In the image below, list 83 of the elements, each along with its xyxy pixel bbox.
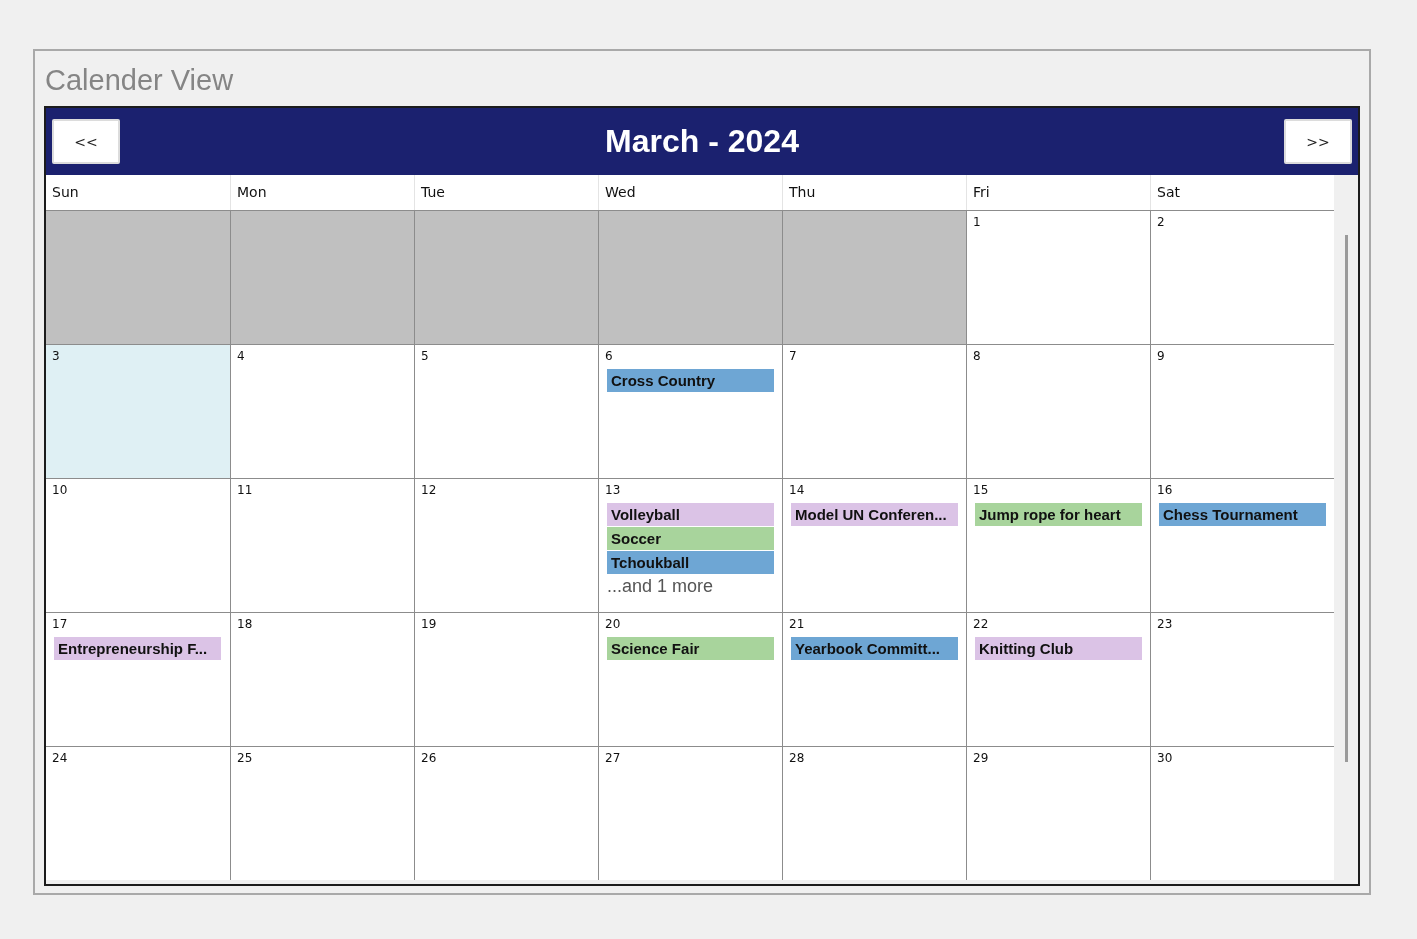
weekday-header: Wed [598,175,782,210]
event-chip[interactable]: Yearbook Committ... [791,637,958,660]
day-number: 9 [1157,349,1165,363]
day-cell[interactable]: 18 [230,613,414,746]
day-number: 26 [421,751,437,765]
event-chip[interactable]: Soccer [607,527,774,550]
day-cell[interactable]: 8 [966,345,1150,478]
weekday-header: Tue [414,175,598,210]
day-cell[interactable]: 30 [1150,747,1334,880]
day-number: 2 [1157,215,1165,229]
day-cell[interactable]: 26 [414,747,598,880]
day-cell[interactable]: 20 Science Fair [598,613,782,746]
day-number: 30 [1157,751,1173,765]
event-chip[interactable]: Cross Country [607,369,774,392]
next-month-button[interactable]: >> [1284,119,1352,164]
day-cell[interactable]: 12 [414,479,598,612]
day-cell[interactable]: 7 [782,345,966,478]
day-cell[interactable]: 17 Entrepreneurship F... [46,613,230,746]
day-number: 11 [237,483,253,497]
day-cell[interactable]: 3 [46,345,230,478]
day-number: 29 [973,751,989,765]
day-cell[interactable]: 5 [414,345,598,478]
day-number: 24 [52,751,68,765]
day-number: 7 [789,349,797,363]
day-cell[interactable]: 9 [1150,345,1334,478]
day-number: 25 [237,751,253,765]
day-number: 3 [52,349,60,363]
day-cell[interactable]: 27 [598,747,782,880]
day-cell[interactable]: 4 [230,345,414,478]
weekday-header: Fri [966,175,1150,210]
event-chip[interactable]: Entrepreneurship F... [54,637,221,660]
day-number: 15 [973,483,989,497]
previous-month-button[interactable]: << [52,119,120,164]
day-cell[interactable]: 14 Model UN Conferen... [782,479,966,612]
weekday-header: Thu [782,175,966,210]
day-number: 19 [421,617,437,631]
day-cell[interactable]: 25 [230,747,414,880]
day-number: 16 [1157,483,1173,497]
day-cell[interactable]: 2 [1150,211,1334,344]
day-number: 13 [605,483,621,497]
day-number: 14 [789,483,805,497]
day-cell[interactable]: 11 [230,479,414,612]
day-cell[interactable]: 19 [414,613,598,746]
event-chip[interactable]: Tchoukball [607,551,774,574]
panel-title: Calender View [44,63,235,98]
event-chip[interactable]: Volleyball [607,503,774,526]
month-title: March - 2024 [605,123,799,160]
weekday-header: Sun [51,183,80,202]
day-cell[interactable]: 15 Jump rope for heart [966,479,1150,612]
day-number: 8 [973,349,981,363]
day-cell[interactable]: 21 Yearbook Committ... [782,613,966,746]
day-cell[interactable]: 6 Cross Country [598,345,782,478]
day-cell[interactable]: 23 [1150,613,1334,746]
day-number: 27 [605,751,621,765]
day-cell[interactable]: 29 [966,747,1150,880]
event-chip[interactable]: Science Fair [607,637,774,660]
day-number: 4 [237,349,245,363]
day-number: 10 [52,483,68,497]
day-cell[interactable]: 10 [46,479,230,612]
day-number: 21 [789,617,805,631]
day-cell[interactable]: 28 [782,747,966,880]
day-cell[interactable]: 24 [46,747,230,880]
scrollbar[interactable] [1345,235,1348,762]
day-number: 12 [421,483,437,497]
more-events-link[interactable]: ...and 1 more [607,576,714,597]
day-cell[interactable]: 1 [966,211,1150,344]
day-number: 6 [605,349,613,363]
day-cell[interactable]: 22 Knitting Club [966,613,1150,746]
day-number: 18 [237,617,253,631]
day-number: 20 [605,617,621,631]
event-chip[interactable]: Chess Tournament [1159,503,1326,526]
event-chip[interactable]: Jump rope for heart [975,503,1142,526]
weekday-header: Mon [230,175,414,210]
day-number: 23 [1157,617,1173,631]
event-chip[interactable]: Knitting Club [975,637,1142,660]
day-cell[interactable]: 13 Volleyball Soccer Tchoukball ...and 1 more [598,479,782,612]
day-number: 17 [52,617,68,631]
event-chip[interactable]: Model UN Conferen... [791,503,958,526]
day-number: 5 [421,349,429,363]
day-cell[interactable]: 16 Chess Tournament [1150,479,1334,612]
day-number: 22 [973,617,989,631]
day-number: 1 [973,215,981,229]
day-number: 28 [789,751,805,765]
